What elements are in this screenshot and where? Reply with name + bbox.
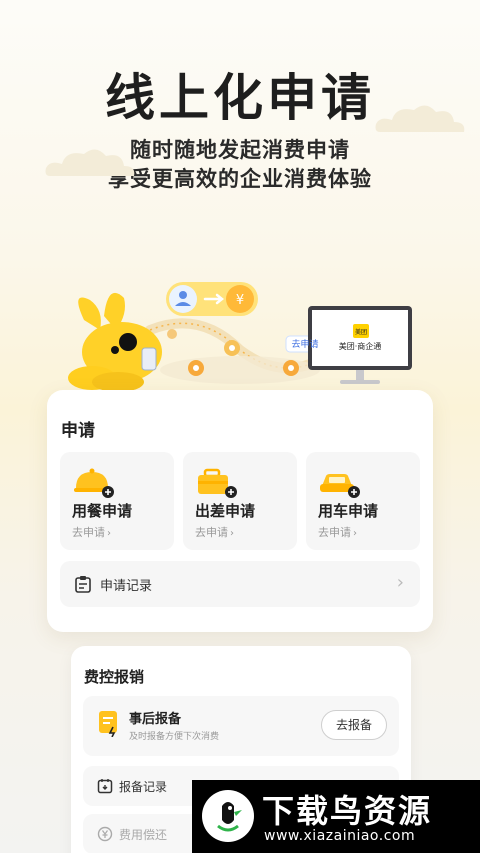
tile-sub: 去申请 › xyxy=(195,526,234,539)
tile-sub: 去申请 › xyxy=(318,526,357,539)
hero-illustration: ¥ xyxy=(68,282,412,392)
apply-records-row[interactable]: 申请记录 › xyxy=(60,561,420,607)
go-report-button[interactable]: 去报备 xyxy=(321,710,387,740)
monitor-logo-text: 美团 xyxy=(354,329,367,336)
tile-travel-apply[interactable]: 出差申请 去申请 › xyxy=(183,452,297,550)
map-pin-icon-2 xyxy=(224,340,240,356)
post-report-item: 事后报备 及时报备方便下次消费 去报备 xyxy=(83,696,399,756)
map-pin-icon xyxy=(188,360,204,376)
dining-cloche-icon xyxy=(74,468,114,498)
cloud-right-icon xyxy=(375,105,465,132)
watermark-banner: 下载鸟资源 www.xiazainiao.com xyxy=(192,780,480,853)
cloud-left-icon xyxy=(45,149,135,176)
expense-card-title: 费控报销 xyxy=(84,668,145,686)
post-report-label: 事后报备 xyxy=(129,712,182,727)
suitcase-icon xyxy=(198,468,237,498)
chevron-right-icon: › xyxy=(396,572,404,593)
map-pin-icon-3 xyxy=(283,360,299,376)
tile-car-apply[interactable]: 用车申请 去申请 › xyxy=(306,452,420,550)
apply-card-title: 申请 xyxy=(61,421,95,441)
calendar-report-icon xyxy=(97,779,113,794)
report-document-icon xyxy=(99,711,117,737)
watermark-logo-icon xyxy=(202,790,254,842)
kangaroo-mascot-icon xyxy=(68,292,162,392)
monitor-brand-text: 美团·商企通 xyxy=(338,342,382,351)
svg-text:¥: ¥ xyxy=(236,293,244,308)
report-records-label: 报备记录 xyxy=(119,780,168,794)
apply-card: 申请 用餐申请 去申请 › 出差申请 去申请 › 用车申请 去申请 › 申请记录… xyxy=(47,390,433,632)
watermark-url: www.xiazainiao.com xyxy=(264,828,416,844)
post-report-sub: 及时报备方便下次消费 xyxy=(129,732,220,742)
tile-label: 出差申请 xyxy=(195,502,256,520)
tile-label: 用餐申请 xyxy=(72,502,133,520)
tile-sub: 去申请 › xyxy=(72,526,111,539)
apply-records-label: 申请记录 xyxy=(100,579,153,594)
tile-label: 用车申请 xyxy=(318,502,379,520)
yen-circle-icon xyxy=(97,826,113,842)
watermark-text: 下载鸟资源 xyxy=(262,792,433,830)
clipboard-icon xyxy=(75,576,91,593)
tile-dining-apply[interactable]: 用餐申请 去申请 › xyxy=(60,452,174,550)
expense-repay-label: 费用偿还 xyxy=(119,828,168,842)
car-icon xyxy=(320,474,360,498)
